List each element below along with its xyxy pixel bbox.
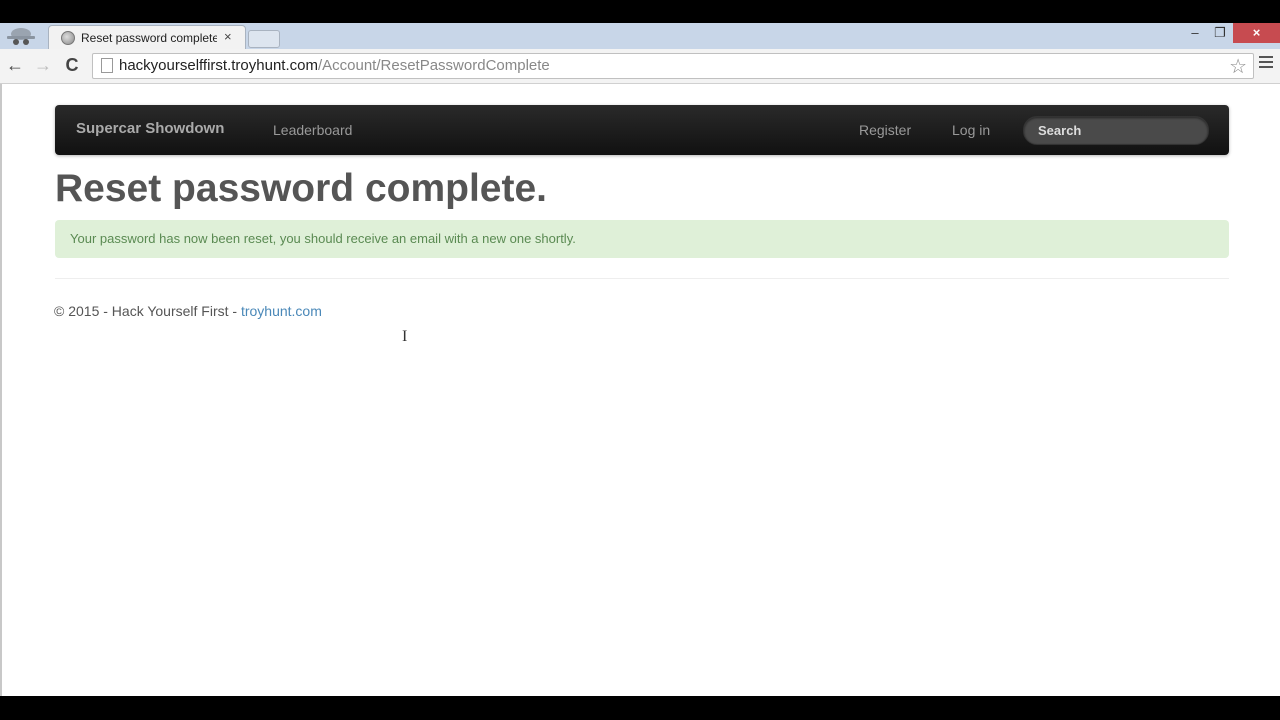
text-cursor-icon: I [402, 328, 408, 345]
browser-toolbar: ← → C hackyourselffirst.troyhunt.com/Acc… [0, 49, 1280, 84]
menu-icon[interactable] [1259, 56, 1273, 71]
nav-register[interactable]: Register [859, 122, 911, 138]
page-title: Reset password complete. [55, 167, 547, 210]
tab-title: Reset password complete [81, 31, 217, 45]
url-text[interactable]: hackyourselffirst.troyhunt.com/Account/R… [119, 57, 550, 74]
alert-message: Your password has now been reset, you sh… [70, 231, 576, 246]
nav-login[interactable]: Log in [952, 122, 990, 138]
footer-text: © 2015 - Hack Yourself First - [54, 303, 241, 319]
new-tab-button[interactable] [248, 30, 280, 48]
search-input[interactable] [1024, 117, 1202, 144]
url-path: /Account/ResetPasswordComplete [317, 57, 550, 74]
url-host: hackyourselffirst.troyhunt.com [119, 57, 318, 74]
page-content: Supercar Showdown Leaderboard Register L… [0, 84, 1280, 696]
maximize-button[interactable]: ❐ [1207, 23, 1233, 43]
browser-tab[interactable]: Reset password complete × [48, 25, 246, 50]
footer-link[interactable]: troyhunt.com [241, 303, 322, 319]
browser-window: Reset password complete × – ❐ × ← → C ha… [0, 23, 1280, 696]
favicon-icon [61, 31, 75, 45]
close-window-button[interactable]: × [1233, 23, 1280, 43]
divider [55, 278, 1229, 279]
search-box[interactable] [1023, 116, 1209, 145]
bookmark-star-icon[interactable]: ☆ [1229, 54, 1247, 79]
brand-link[interactable]: Supercar Showdown [76, 120, 224, 137]
footer: © 2015 - Hack Yourself First - troyhunt.… [54, 303, 322, 319]
title-bar: Reset password complete × – ❐ × [0, 23, 1280, 50]
incognito-icon [4, 26, 38, 48]
nav-leaderboard[interactable]: Leaderboard [273, 122, 352, 138]
reload-button[interactable]: C [62, 55, 82, 75]
forward-button[interactable]: → [33, 55, 53, 75]
minimize-button[interactable]: – [1182, 23, 1208, 43]
screen: Reset password complete × – ❐ × ← → C ha… [0, 0, 1280, 720]
page-icon [101, 58, 113, 73]
site-navbar: Supercar Showdown Leaderboard Register L… [55, 105, 1229, 155]
success-alert: Your password has now been reset, you sh… [55, 220, 1229, 258]
back-button[interactable]: ← [5, 55, 25, 75]
address-bar[interactable]: hackyourselffirst.troyhunt.com/Account/R… [92, 53, 1254, 79]
tab-close-icon[interactable]: × [224, 29, 232, 44]
